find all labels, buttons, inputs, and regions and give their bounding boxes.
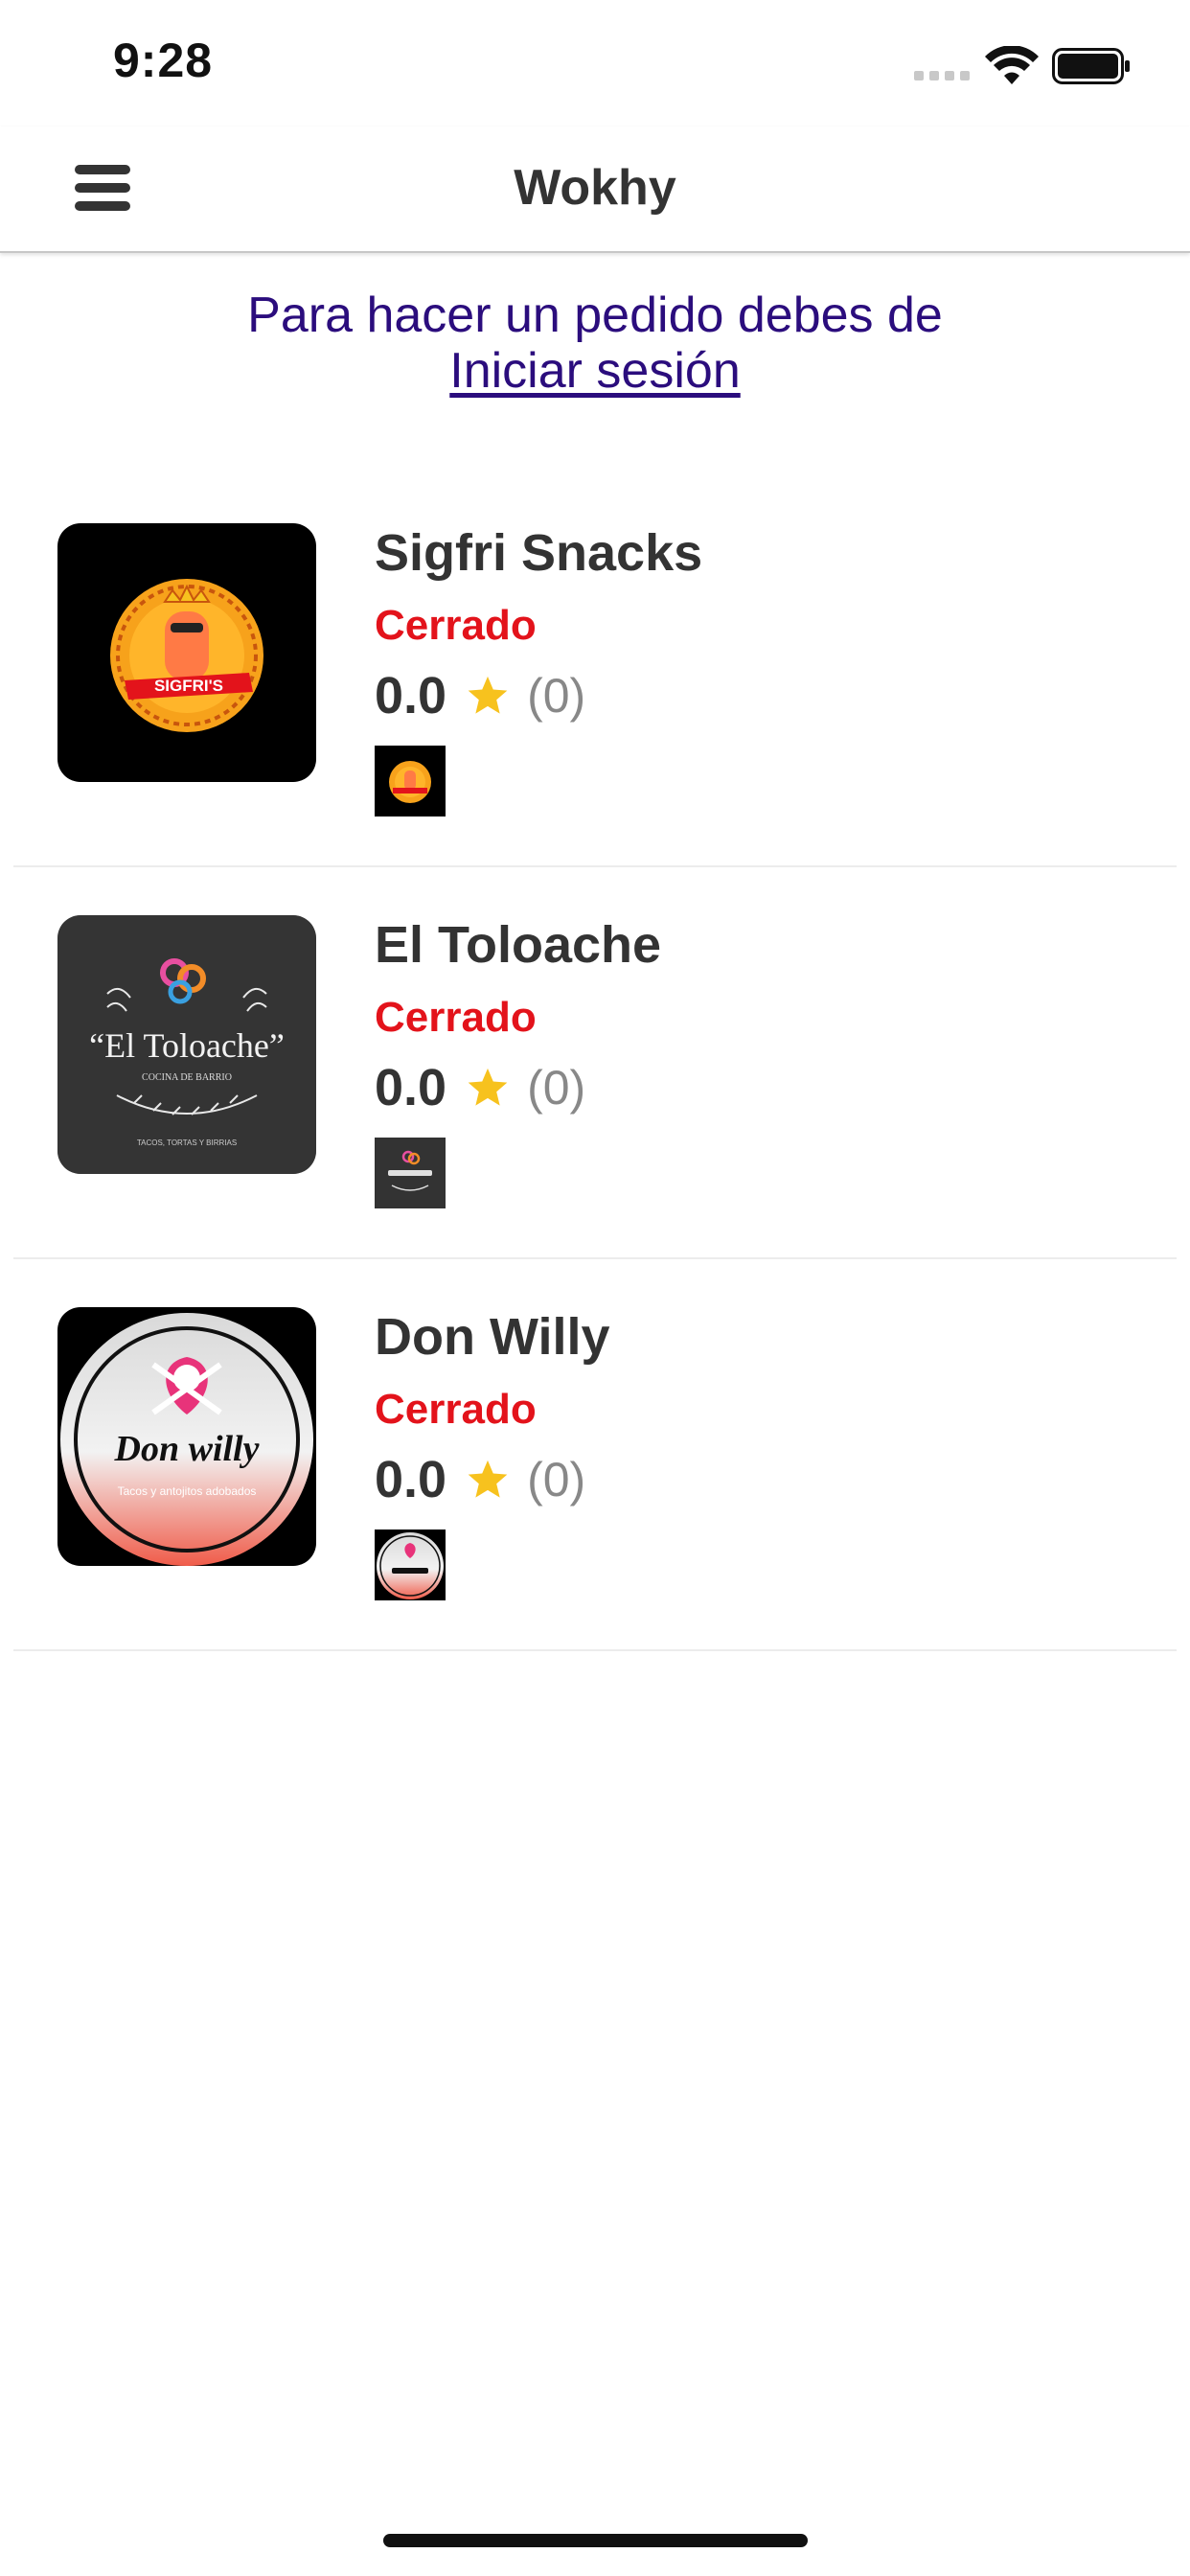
signal-dots-icon <box>914 71 970 80</box>
restaurant-name: El Toloache <box>375 916 662 974</box>
restaurant-thumbnail <box>375 1530 446 1600</box>
rating-value: 0.0 <box>375 667 447 724</box>
status-badge: Cerrado <box>375 602 537 649</box>
restaurant-item-el-toloache[interactable]: “El Toloache” COCINA DE BARRIO TACOS, TO… <box>0 867 1190 1259</box>
status-badge: Cerrado <box>375 994 537 1041</box>
wifi-icon <box>985 46 1039 84</box>
logo-subtext: Tacos y antojitos adobados <box>118 1484 257 1498</box>
star-icon <box>468 676 508 714</box>
login-prompt-message: Para hacer un pedido debes de <box>247 288 943 343</box>
status-badge: Cerrado <box>375 1386 537 1433</box>
restaurant-thumbnail <box>375 1138 446 1208</box>
page-title: Wokhy <box>514 160 676 216</box>
logo-text: Don willy <box>114 1429 260 1469</box>
logo-footer-text: TACOS, TORTAS Y BIRRIAS <box>137 1138 237 1147</box>
restaurant-name: Sigfri Snacks <box>375 524 703 582</box>
rating-row: 0.0 (0) <box>375 667 585 724</box>
restaurant-item-don-willy[interactable]: Don willy Tacos y antojitos adobados Don… <box>0 1259 1190 1651</box>
star-icon <box>468 1068 508 1106</box>
home-indicator[interactable] <box>383 2534 808 2547</box>
battery-icon <box>1052 48 1130 84</box>
restaurant-thumbnail <box>375 746 446 816</box>
status-time: 9:28 <box>113 34 214 87</box>
star-icon <box>468 1460 508 1498</box>
rating-value: 0.0 <box>375 1451 447 1508</box>
navigation-header: Wokhy <box>0 126 1190 253</box>
logo-text: SIGFRI'S <box>154 677 223 695</box>
restaurant-list: SIGFRI'S Sigfri Snacks Cerrado 0.0 (0) “… <box>0 475 1190 1651</box>
divider <box>13 1649 1177 1651</box>
login-link[interactable]: Iniciar sesión <box>449 343 740 399</box>
status-bar: 9:28 <box>0 0 1190 126</box>
restaurant-name: Don Willy <box>375 1308 610 1366</box>
restaurant-item-sigfri-snacks[interactable]: SIGFRI'S Sigfri Snacks Cerrado 0.0 (0) <box>0 475 1190 867</box>
restaurant-logo: “El Toloache” COCINA DE BARRIO TACOS, TO… <box>57 915 316 1174</box>
restaurant-logo: SIGFRI'S <box>57 523 316 782</box>
review-count: (0) <box>527 669 586 723</box>
logo-subtext: COCINA DE BARRIO <box>142 1072 232 1083</box>
rating-row: 0.0 (0) <box>375 1451 585 1508</box>
review-count: (0) <box>527 1061 586 1115</box>
rating-value: 0.0 <box>375 1059 447 1116</box>
rating-row: 0.0 (0) <box>375 1059 585 1116</box>
logo-text: “El Toloache” <box>89 1026 285 1065</box>
restaurant-logo: Don willy Tacos y antojitos adobados <box>57 1307 316 1566</box>
login-prompt: Para hacer un pedido debes de Iniciar se… <box>0 288 1190 399</box>
review-count: (0) <box>527 1453 586 1506</box>
